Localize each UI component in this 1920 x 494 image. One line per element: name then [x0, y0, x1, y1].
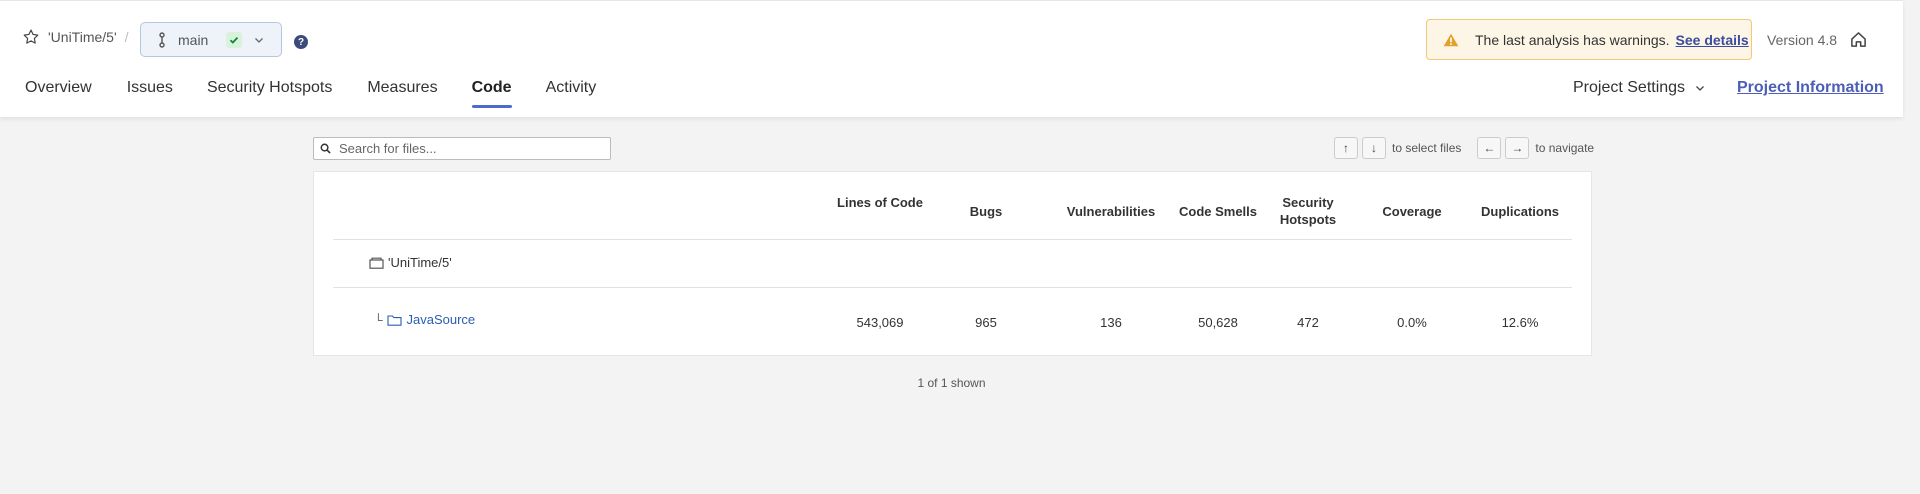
tab-security-hotspots[interactable]: Security Hotspots	[207, 79, 332, 108]
search-input[interactable]	[337, 140, 601, 157]
cell-code-smells[interactable]: 50,628	[1163, 315, 1273, 330]
column-header-coverage: Coverage	[1382, 204, 1442, 219]
file-search	[313, 137, 611, 160]
cell-duplications[interactable]: 12.6%	[1470, 315, 1570, 330]
left-arrow-key: ←	[1477, 137, 1502, 159]
chevron-down-icon	[1696, 86, 1705, 91]
column-header-lines-of-code: Lines of Code	[837, 195, 923, 210]
cell-security-hotspots[interactable]: 472	[1268, 315, 1348, 330]
see-details-link[interactable]: See details	[1676, 32, 1749, 48]
project-name-link[interactable]: 'UniTime/5'	[48, 29, 117, 45]
warning-text: The last analysis has warnings.	[1475, 31, 1670, 48]
up-arrow-key: ↑	[1334, 137, 1358, 159]
star-icon[interactable]	[22, 28, 40, 46]
root-component-name: 'UniTime/5'	[388, 255, 452, 270]
tab-issues[interactable]: Issues	[127, 79, 173, 108]
quality-gate-passed-icon	[226, 31, 243, 48]
breadcrumb: 'UniTime/5' /	[22, 28, 137, 46]
version-label: Version 4.8	[1767, 32, 1838, 48]
branch-icon	[159, 31, 165, 48]
column-header-security-hotspots: Security Hotspots	[1279, 195, 1337, 227]
home-icon[interactable]	[1850, 31, 1867, 48]
directory-link[interactable]: JavaSource	[407, 312, 476, 327]
down-arrow-key: ↓	[1362, 137, 1386, 159]
code-table: Lines of Code Bugs Vulnerabilities Code …	[313, 171, 1592, 356]
column-header-bugs: Bugs	[969, 204, 1003, 219]
project-icon	[369, 257, 384, 269]
shown-count: 1 of 1 shown	[917, 376, 986, 390]
cell-lines-of-code[interactable]: 543,069	[835, 315, 925, 330]
branch-selector[interactable]: main	[140, 22, 282, 57]
row-divider	[333, 287, 1572, 288]
warning-icon	[1443, 33, 1459, 46]
tree-corner: └	[374, 312, 383, 327]
right-arrow-key: →	[1505, 137, 1530, 159]
project-settings-menu[interactable]: Project Settings	[1573, 79, 1705, 97]
cell-vulnerabilities[interactable]: 136	[1056, 315, 1166, 330]
search-icon	[320, 143, 331, 154]
cell-bugs[interactable]: 965	[941, 315, 1031, 330]
project-settings-label: Project Settings	[1573, 79, 1686, 96]
folder-icon	[386, 314, 402, 326]
tab-code[interactable]: Code	[471, 79, 512, 108]
column-header-vulnerabilities: Vulnerabilities	[1066, 204, 1156, 219]
project-information-link[interactable]: Project Information	[1737, 79, 1884, 97]
keyboard-hints: ↑ ↓ to select files ← → to navigate	[1334, 137, 1610, 159]
table-row[interactable]: └ JavaSource	[374, 312, 475, 327]
help-icon[interactable]: ?	[294, 35, 308, 49]
column-header-duplications: Duplications	[1480, 204, 1559, 219]
column-header-code-smells: Code Smells	[1178, 204, 1258, 219]
branch-name: main	[178, 31, 209, 48]
breadcrumb-separator: /	[124, 29, 129, 45]
header-divider	[333, 239, 1572, 240]
project-nav: Overview Issues Security Hotspots Measur…	[25, 79, 596, 108]
top-header: 'UniTime/5' / main ? The last analysis h…	[0, 0, 1903, 117]
tab-overview[interactable]: Overview	[25, 79, 92, 108]
chevron-down-icon	[255, 37, 264, 43]
cell-coverage[interactable]: 0.0%	[1372, 315, 1452, 330]
navigate-hint: to navigate	[1535, 141, 1595, 155]
root-component-row: 'UniTime/5'	[369, 255, 452, 270]
select-files-hint: to select files	[1392, 141, 1462, 155]
tab-measures[interactable]: Measures	[367, 79, 437, 108]
tab-activity[interactable]: Activity	[546, 79, 597, 108]
analysis-warning-banner: The last analysis has warnings. See deta…	[1426, 19, 1752, 60]
